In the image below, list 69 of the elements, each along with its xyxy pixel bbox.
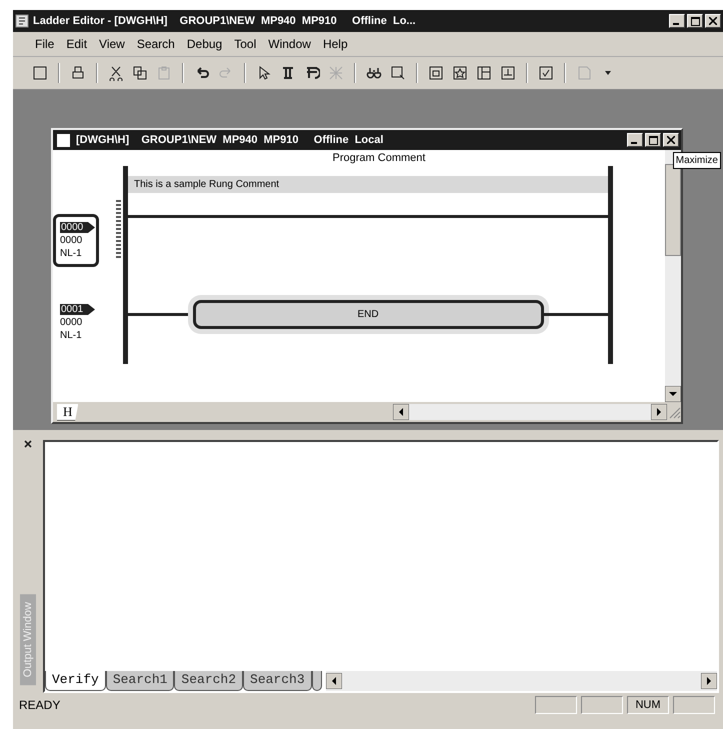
menu-item[interactable]: View (99, 37, 125, 51)
maximize-icon (648, 136, 658, 144)
close-button[interactable] (663, 133, 679, 147)
rung-number: 0001 (60, 304, 95, 315)
maximize-icon (690, 16, 700, 26)
close-icon (667, 136, 675, 144)
tray-icon (500, 65, 516, 81)
rung-label[interactable]: 0000 0000 NL-1 (53, 214, 99, 267)
menu-item[interactable]: Debug (186, 37, 222, 51)
horizontal-scrollbar[interactable] (393, 404, 667, 420)
menu-item[interactable]: File (35, 37, 54, 51)
nest-level: NL-1 (60, 330, 83, 341)
minimize-button[interactable] (669, 14, 685, 28)
output-tab[interactable]: Search1 (106, 671, 174, 691)
step-number: 0000 (60, 317, 84, 328)
status-panel (535, 696, 577, 714)
right-arrow-icon[interactable] (701, 673, 717, 689)
output-tab[interactable]: Search3 (243, 671, 312, 691)
horizontal-scrollbar[interactable] (326, 671, 717, 691)
menu-item[interactable]: Window (268, 37, 311, 51)
close-icon[interactable] (24, 440, 32, 448)
right-arrow-icon[interactable] (651, 404, 667, 420)
rung-label[interactable]: 0001 0000 NL-1 (53, 296, 99, 349)
panel-icon (476, 65, 492, 81)
minimize-button[interactable] (627, 133, 643, 147)
status-panel (581, 696, 623, 714)
rung-number: 0000 (60, 222, 95, 233)
close-icon (709, 17, 717, 25)
nest-level: NL-1 (60, 248, 83, 259)
document-icon (57, 134, 70, 146)
selection-marker (116, 200, 121, 260)
paste-icon (156, 65, 172, 81)
sheet-tab[interactable]: H (57, 404, 78, 420)
window-title: [DWGH\H] GROUP1\NEW MP940 MP910 Offline Local (76, 134, 384, 146)
tooltip: Maximize (672, 152, 721, 169)
binoculars-icon (366, 65, 382, 81)
magnifier-icon (390, 65, 406, 81)
menu-item[interactable]: Tool (234, 37, 256, 51)
close-button[interactable] (705, 14, 721, 28)
printer-icon (70, 65, 86, 81)
scissors-icon (108, 65, 124, 81)
step-number: 0000 (60, 235, 84, 246)
page-icon (576, 65, 592, 81)
copy-icon (132, 65, 148, 81)
menu-item[interactable]: Edit (66, 37, 88, 51)
rung-comment: This is a sample Rung Comment (128, 176, 608, 193)
maximize-button[interactable] (645, 133, 661, 147)
star-icon (452, 65, 468, 81)
status-text: READY (19, 698, 62, 712)
output-tab[interactable] (312, 671, 322, 691)
window-title: Ladder Editor - [DWGH\H] GROUP1\NEW MP940 MP910 Offline Lo... (33, 15, 417, 27)
menu-item[interactable]: Help (322, 37, 348, 51)
app-icon (15, 14, 29, 28)
rung-wire (544, 313, 608, 316)
dropdown-caret-icon[interactable] (605, 71, 611, 75)
window-icon (428, 65, 444, 81)
menu-item[interactable]: Search (136, 37, 175, 51)
maximize-button[interactable] (687, 14, 703, 28)
left-arrow-icon[interactable] (326, 673, 342, 689)
left-arrow-icon[interactable] (393, 404, 410, 420)
down-arrow-icon[interactable] (665, 386, 681, 402)
output-window-title: Output Window (20, 594, 36, 685)
status-indicator: NUM (627, 696, 669, 714)
output-tab[interactable]: Search2 (174, 671, 244, 691)
output-tab[interactable]: Verify (45, 671, 106, 691)
status-panel (673, 696, 715, 714)
resize-grip-icon[interactable] (667, 405, 681, 419)
check-icon (538, 65, 554, 81)
program-comment: Program Comment (332, 151, 426, 166)
